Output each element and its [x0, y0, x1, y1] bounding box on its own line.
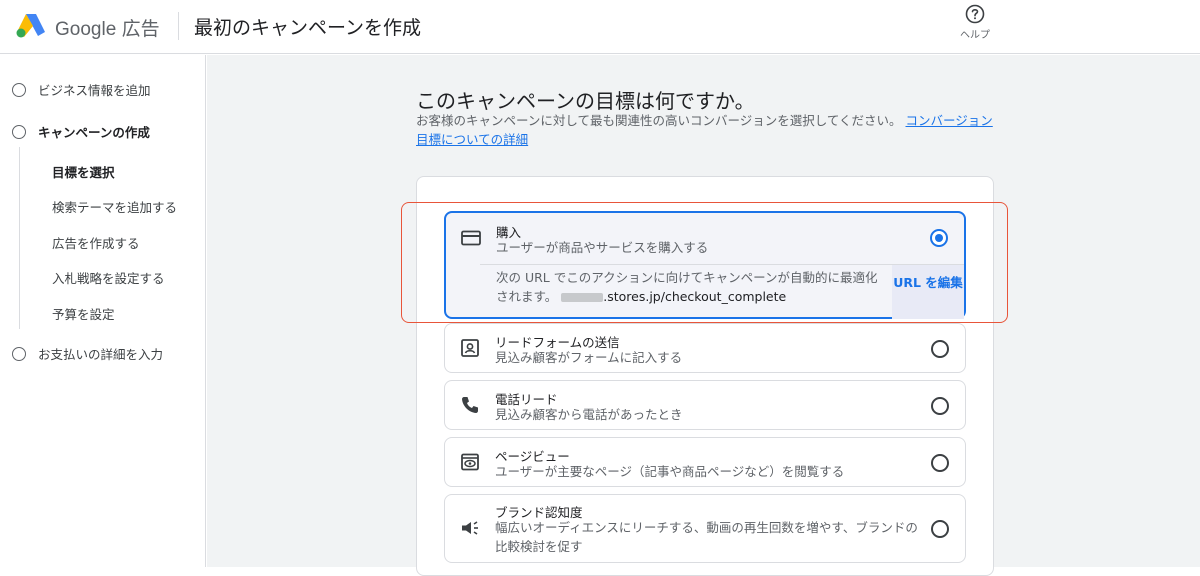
help-label: ヘルプ [960, 30, 990, 41]
step-status-icon [12, 346, 26, 361]
megaphone-icon [462, 521, 478, 535]
goal-option-brand-awareness[interactable]: ブランド認知度 幅広いオーディエンスにリーチする、動画の再生回数を増やす、ブラン… [444, 494, 966, 563]
step-status-icon [12, 124, 26, 139]
step-payment[interactable]: お支払いの詳細を入力 [12, 344, 163, 363]
top-app-bar: Google 広告 最初のキャンペーンを作成 ヘルプ [0, 0, 1200, 54]
goal-description: 見込み顧客から電話があったとき [495, 407, 683, 422]
step-create-campaign[interactable]: キャンペーンの作成 [12, 122, 150, 141]
help-circle-icon [965, 4, 985, 24]
brand-name: Google 広告 [55, 14, 160, 41]
goal-radio[interactable] [931, 397, 949, 415]
goal-help-text: お客様のキャンペーンに対して最も関連性の高いコンバージョンを選択してください。 … [416, 111, 1001, 149]
step-status-icon [12, 82, 26, 97]
goal-option-page-view[interactable]: ページビュー ユーザーが主要なページ（記事や商品ページなど）を閲覧する [444, 437, 966, 487]
goal-option-phone-lead[interactable]: 電話リード 見込み顧客から電話があったとき [444, 380, 966, 430]
page-title: 最初のキャンペーンを作成 [194, 17, 422, 39]
brand-google: Google [55, 19, 117, 40]
goal-option-lead-form[interactable]: リードフォームの送信 見込み顧客がフォームに記入する [444, 323, 966, 373]
step-label: お支払いの詳細を入力 [38, 347, 164, 362]
google-ads-logo-icon [16, 14, 45, 38]
goal-radio[interactable] [931, 454, 949, 472]
goal-description: ユーザーが主要なページ（記事や商品ページなど）を閲覧する [495, 464, 845, 479]
substep-select-goal[interactable]: 目標を選択 [52, 162, 115, 181]
substep-budget[interactable]: 予算を設定 [52, 304, 115, 323]
step-label: ビジネス情報を追加 [38, 83, 151, 98]
goal-radio[interactable] [931, 340, 949, 358]
help-button[interactable]: ヘルプ [952, 4, 998, 41]
annotation-highlight-box [401, 202, 1008, 323]
goal-description: 幅広いオーディエンスにリーチする、動画の再生回数を増やす、ブランドの比較検討を促… [495, 520, 918, 554]
step-label: キャンペーンの作成 [38, 125, 150, 140]
substep-create-ad[interactable]: 広告を作成する [52, 233, 140, 252]
substep-bidding[interactable]: 入札戦略を設定する [52, 268, 165, 287]
brand-ads: 広告 [121, 19, 160, 40]
page-view-icon [461, 453, 479, 471]
step-business-info[interactable]: ビジネス情報を追加 [12, 80, 151, 99]
contact-form-icon [461, 339, 479, 357]
goal-help-sentence: お客様のキャンペーンに対して最も関連性の高いコンバージョンを選択してください。 [416, 113, 902, 128]
substep-connector [19, 147, 20, 329]
goal-description: 見込み顧客がフォームに記入する [495, 350, 683, 365]
substep-search-themes[interactable]: 検索テーマを追加する [52, 197, 177, 216]
steps-sidebar: ビジネス情報を追加 キャンペーンの作成 目標を選択 検索テーマを追加する 広告を… [0, 55, 206, 567]
phone-icon [462, 397, 478, 413]
goal-radio[interactable] [931, 520, 949, 538]
goal-question-heading: このキャンペーンの目標は何ですか。 [416, 89, 755, 113]
brand-divider [178, 12, 179, 40]
